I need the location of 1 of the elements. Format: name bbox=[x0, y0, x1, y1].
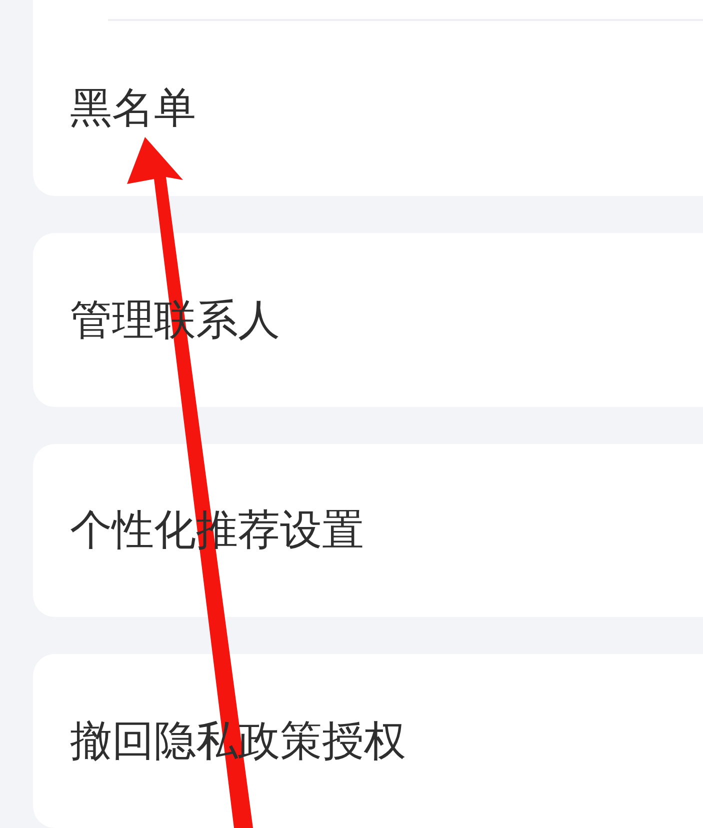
menu-item-label[interactable]: 黑名单 bbox=[70, 80, 196, 136]
